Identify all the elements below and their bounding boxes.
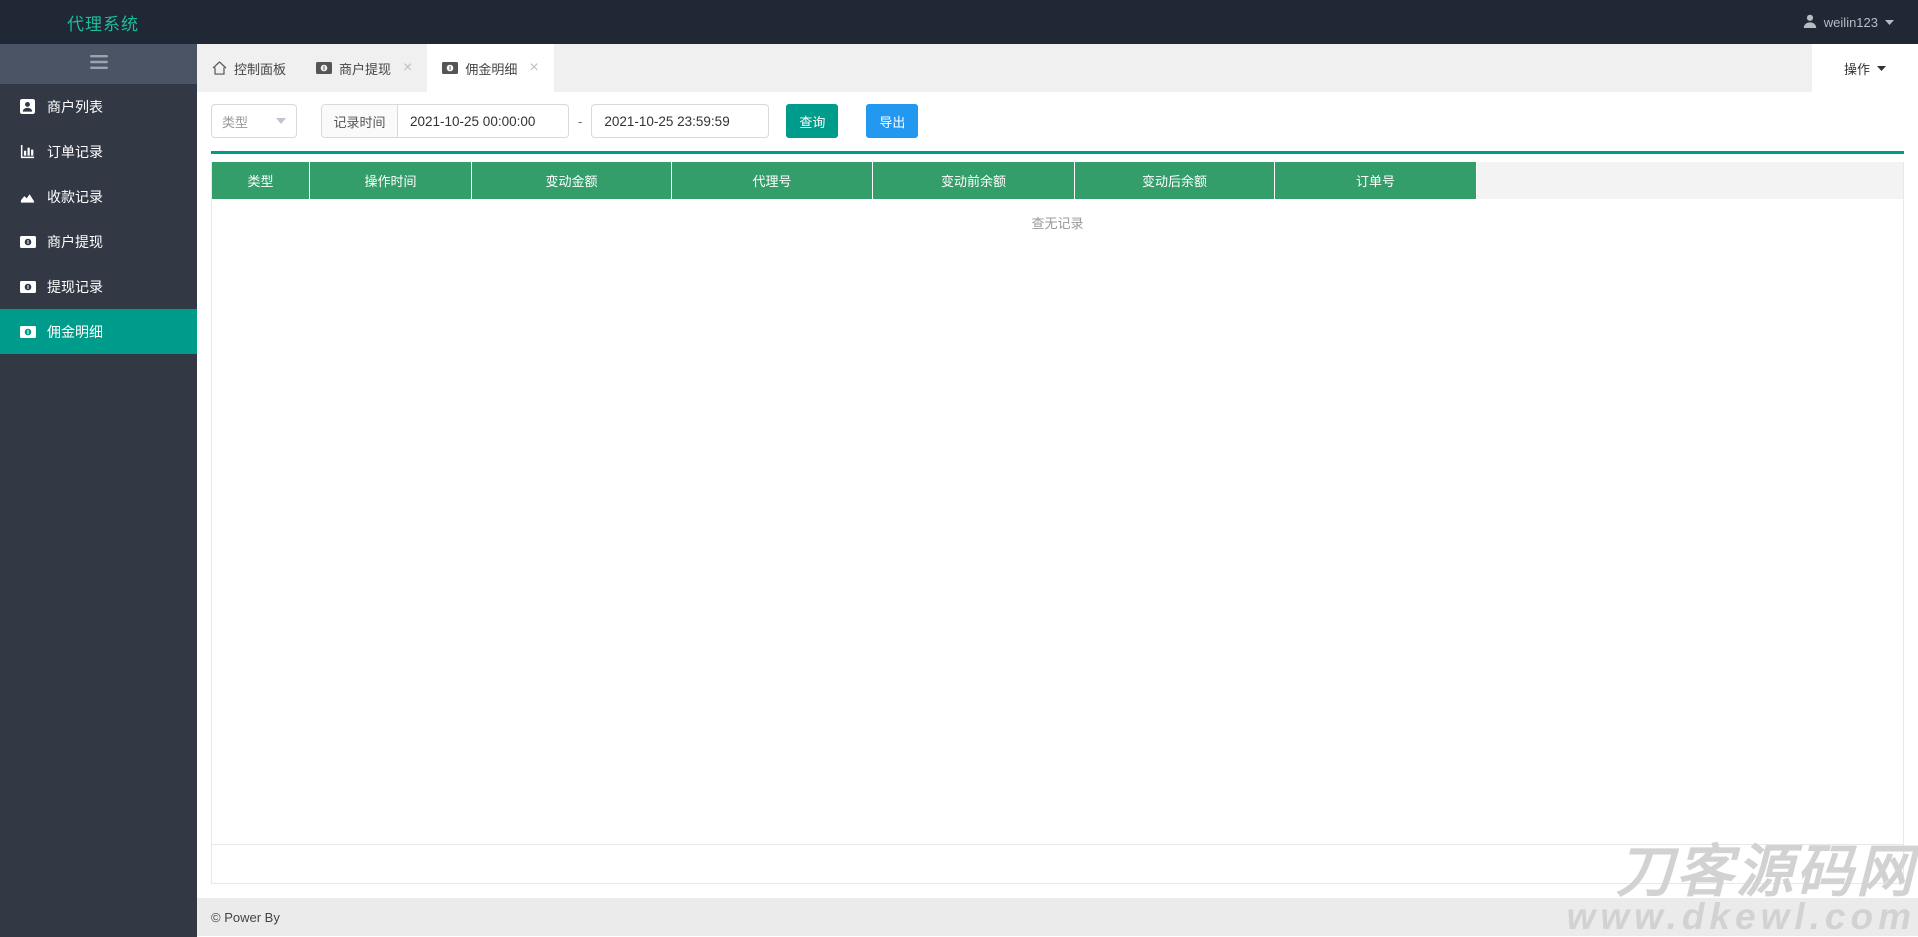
tab-label: 佣金明细 (465, 61, 518, 77)
range-separator: - (578, 113, 583, 129)
sidebar-item-3[interactable]: 收款记录 (0, 174, 197, 219)
username: weilin123 (1823, 14, 1878, 30)
chevron-down-icon (276, 118, 286, 124)
accent-divider (211, 151, 1904, 154)
column-header: 变动金额 (472, 162, 672, 199)
sidebar-item-label: 商户提现 (47, 233, 103, 250)
time-range-group: 记录时间 (321, 104, 569, 138)
tabbar-spacer (554, 44, 1812, 92)
sidebar-item-label: 提现记录 (47, 278, 103, 295)
search-button[interactable]: 查询 (786, 104, 839, 138)
export-button[interactable]: 导出 (866, 104, 919, 138)
tab-3[interactable]: 佣金明细 × (427, 44, 554, 92)
column-header: 类型 (212, 162, 310, 199)
column-header-filler (1477, 162, 1903, 199)
area-chart-icon (19, 189, 36, 204)
bar-chart-icon (19, 144, 36, 159)
close-icon[interactable]: × (403, 60, 412, 76)
main-area: 控制面板 商户提现 × 佣金明细 × 操作 类型 记录时间 - 查询 导出 (197, 44, 1918, 937)
sidebar-nav: 商户列表订单记录收款记录商户提现提现记录佣金明细 (0, 84, 197, 354)
home-icon (212, 61, 227, 75)
sidebar-item-label: 商户列表 (47, 98, 103, 115)
top-header: 代理系统 weilin123 (0, 0, 1918, 44)
tab-2[interactable]: 商户提现 × (301, 44, 427, 92)
page-footer: © Power By (197, 898, 1918, 936)
hamburger-icon (89, 54, 108, 74)
banknote-icon (19, 280, 36, 293)
tab-bar: 控制面板 商户提现 × 佣金明细 × 操作 (197, 44, 1918, 92)
type-select-value: 类型 (222, 114, 249, 130)
banknote-icon (19, 325, 36, 338)
sidebar-item-5[interactable]: 提现记录 (0, 264, 197, 309)
time-range-label: 记录时间 (322, 105, 398, 137)
sidebar-item-1[interactable]: 商户列表 (0, 84, 197, 129)
sidebar: 商户列表订单记录收款记录商户提现提现记录佣金明细 (0, 44, 197, 937)
user-menu[interactable]: weilin123 (1803, 14, 1894, 31)
tab-label: 商户提现 (339, 61, 392, 77)
sidebar-item-label: 佣金明细 (47, 323, 103, 340)
banknote-icon (316, 62, 333, 74)
records-table: 类型 操作时间 变动金额 代理号 变动前余额 变动后余额 订单号 查无记录 (211, 162, 1904, 884)
tab-1[interactable]: 控制面板 (197, 44, 301, 92)
banknote-icon (19, 235, 36, 248)
chevron-down-icon (1877, 65, 1886, 71)
sidebar-item-6[interactable]: 佣金明细 (0, 309, 197, 354)
actions-dropdown-label: 操作 (1843, 61, 1870, 77)
column-header: 订单号 (1275, 162, 1477, 199)
user-icon (1803, 14, 1817, 31)
close-icon[interactable]: × (529, 60, 538, 76)
sidebar-item-label: 收款记录 (47, 188, 103, 205)
chevron-down-icon (1885, 19, 1894, 25)
filter-toolbar: 类型 记录时间 - 查询 导出 (211, 104, 1904, 138)
column-header: 变动前余额 (873, 162, 1075, 199)
table-body: 查无记录 (212, 199, 1903, 844)
table-header-row: 类型 操作时间 变动金额 代理号 变动前余额 变动后余额 订单号 (212, 162, 1903, 199)
tab-label: 控制面板 (234, 61, 287, 77)
table-pager (212, 844, 1903, 883)
app-title: 代理系统 (67, 14, 139, 34)
banknote-icon (442, 62, 459, 74)
empty-state-text: 查无记录 (1031, 216, 1084, 231)
sidebar-item-2[interactable]: 订单记录 (0, 129, 197, 174)
user-card-icon (19, 99, 36, 114)
copyright-text: © Power By (211, 909, 280, 925)
actions-dropdown[interactable]: 操作 (1812, 44, 1918, 92)
column-header: 代理号 (672, 162, 873, 199)
sidebar-item-4[interactable]: 商户提现 (0, 219, 197, 264)
column-header: 变动后余额 (1075, 162, 1275, 199)
column-header: 操作时间 (310, 162, 472, 199)
sidebar-item-label: 订单记录 (47, 143, 103, 160)
tab-panel: 类型 记录时间 - 查询 导出 类型操作时间变动金额代理号变动前余额变动后余额订… (197, 92, 1918, 884)
type-select[interactable]: 类型 (211, 104, 297, 138)
time-from-input[interactable] (398, 105, 568, 137)
sidebar-toggle-button[interactable] (0, 44, 197, 84)
time-to-input[interactable] (591, 104, 770, 138)
